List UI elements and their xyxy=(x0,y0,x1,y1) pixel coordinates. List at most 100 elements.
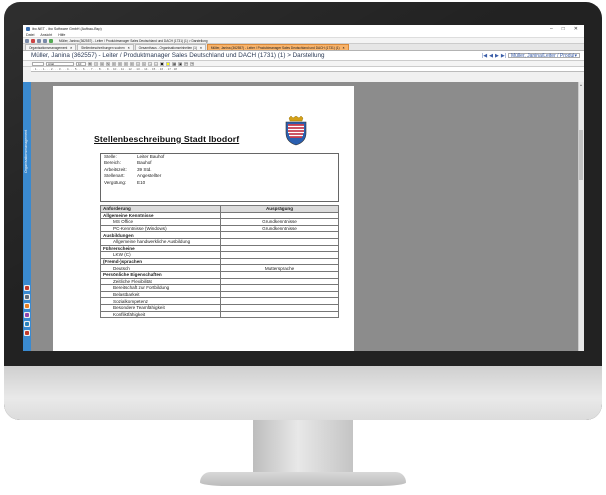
outdent-button[interactable]: ← xyxy=(154,61,158,66)
tab-organisationsmanagement[interactable]: Organisationsmanagement × xyxy=(25,44,77,50)
requirement-label: Belastbarkeit xyxy=(100,290,221,299)
style-select[interactable] xyxy=(32,61,44,66)
numbered-list-button[interactable]: 1 xyxy=(142,61,146,66)
document-canvas: Stellenbeschreibung Stadt Ibodorf Stelle… xyxy=(31,82,578,351)
requirement-label: Sozialkompetenz xyxy=(100,297,221,305)
tab-label: Organisationsmanagement xyxy=(29,45,68,50)
position-info-box: Stelle: Leiter Bauhof Bereich: Bauhof Arbeit… xyxy=(100,153,339,202)
requirement-value xyxy=(220,251,339,259)
info-label: Vergütung: xyxy=(104,179,127,185)
requirement-value xyxy=(220,244,339,253)
insert-image-button[interactable]: ▣ xyxy=(178,61,182,66)
table-row: PC-Kenntnisse (Windows) Grundkenntnisse xyxy=(100,224,339,233)
refresh-icon[interactable] xyxy=(49,38,53,43)
record-navigation: |◀ ◀ ▶ ▶| Müller, Janina/Leiter / Produk… xyxy=(482,53,584,59)
highlight-button[interactable] xyxy=(166,61,170,66)
requirement-value xyxy=(220,277,339,286)
module-icon-3[interactable] xyxy=(24,303,30,309)
tab-label: Gesamthaus - Organisationseinheiten (1) xyxy=(138,45,197,50)
justify-button[interactable]: ≡ xyxy=(130,61,134,66)
tab-stellenbeschreibungen-suchen[interactable]: Stellenbeschreibungen suchen × xyxy=(77,44,134,50)
header-auspraegung: Ausprägung xyxy=(220,205,339,213)
section-heading: Allgemeine Kenntnisse xyxy=(100,211,221,220)
menu-ansicht[interactable]: Ansicht xyxy=(40,33,52,37)
table-row: LKW (C) xyxy=(100,251,339,259)
tab-stellenbeschreibung-active[interactable]: Müller, Janina (362557) - Leiter / Produ… xyxy=(206,44,349,50)
close-icon[interactable]: × xyxy=(128,46,130,50)
requirement-label: Besondere Teamfähigkeit xyxy=(100,303,221,312)
module-icon-2[interactable] xyxy=(24,294,30,300)
requirement-label: Zeitliche Flexibilität xyxy=(100,277,221,286)
coat-of-arms-icon xyxy=(285,116,307,146)
module-icon-5[interactable] xyxy=(24,321,30,327)
side-panel[interactable]: Organisationsmanagement xyxy=(23,82,31,351)
maximize-button[interactable]: □ xyxy=(562,26,565,32)
section-heading: Persönliche Eigenschaften xyxy=(100,270,221,279)
table-row: Belastbarkeit xyxy=(100,290,339,299)
bullet-list-button[interactable]: • xyxy=(136,61,140,66)
next-record-icon[interactable]: ▶ xyxy=(495,53,499,59)
close-icon[interactable]: × xyxy=(343,46,345,50)
page-title: Müller, Janina (362557) - Leiter / Produ… xyxy=(31,52,325,59)
strike-button[interactable]: S xyxy=(106,61,110,66)
last-record-icon[interactable]: ▶| xyxy=(501,53,506,59)
requirements-table: Anforderung Ausprägung Allgemeine Kenntn… xyxy=(100,205,339,319)
vertical-scrollbar[interactable]: ▲ xyxy=(578,82,584,351)
side-icon-list xyxy=(24,285,30,336)
close-icon[interactable]: × xyxy=(70,46,72,50)
close-icon[interactable]: × xyxy=(200,46,202,50)
first-record-icon[interactable]: |◀ xyxy=(482,53,487,59)
tab-strip: Organisationsmanagement × Stellenbeschrei… xyxy=(23,44,584,51)
document-page[interactable]: Stellenbeschreibung Stadt Ibodorf Stelle… xyxy=(53,86,354,351)
forward-icon[interactable] xyxy=(43,38,47,43)
italic-button[interactable]: I xyxy=(94,61,98,66)
bold-button[interactable]: B xyxy=(88,61,92,66)
requirement-label: LKW (C) xyxy=(100,251,221,259)
align-left-button[interactable]: ≡ xyxy=(112,61,116,66)
print-icon[interactable] xyxy=(31,38,35,43)
tab-gesamthaus[interactable]: Gesamthaus - Organisationseinheiten (1) × xyxy=(134,44,206,50)
previous-record-icon[interactable]: ◀ xyxy=(489,53,493,59)
menu-datei[interactable]: Datei xyxy=(26,33,34,37)
undo-button[interactable]: ↶ xyxy=(184,61,188,66)
tab-label: Stellenbeschreibungen suchen xyxy=(81,45,125,50)
indent-button[interactable]: → xyxy=(148,61,152,66)
table-row: Deutsch Muttersprache xyxy=(100,264,339,272)
font-name-select[interactable]: Arial xyxy=(46,61,74,66)
close-button[interactable]: ✕ xyxy=(574,26,578,32)
menu-hilfe[interactable]: Hilfe xyxy=(58,33,65,37)
scroll-up-icon[interactable]: ▲ xyxy=(579,83,583,87)
info-value: E10 xyxy=(137,179,146,185)
table-row: Allgemeine Kenntnisse xyxy=(100,211,339,220)
back-icon[interactable] xyxy=(37,38,41,43)
requirement-value xyxy=(220,270,339,279)
requirement-label: Konfliktfähigkeit xyxy=(100,310,221,319)
table-row: Konfliktfähigkeit xyxy=(100,310,339,319)
module-icon-4[interactable] xyxy=(24,312,30,318)
requirement-label: PC-Kenntnisse (Windows) xyxy=(100,224,221,233)
monitor-stand-base xyxy=(200,472,406,486)
underline-button[interactable]: U xyxy=(100,61,104,66)
table-row: MS Office Grundkenntnisse xyxy=(100,218,339,226)
module-icon-6[interactable] xyxy=(24,330,30,336)
insert-table-button[interactable]: ▦ xyxy=(172,61,176,66)
text-color-button[interactable] xyxy=(160,61,164,66)
requirement-value xyxy=(220,211,339,220)
align-right-button[interactable]: ≡ xyxy=(124,61,128,66)
redo-button[interactable]: ↷ xyxy=(190,61,194,66)
requirement-value: Grundkenntnisse xyxy=(220,224,339,233)
window-title: ibo.NET - ibo Software GmbH (Aufbau-Bsp) xyxy=(32,26,102,31)
requirement-value xyxy=(220,303,339,312)
save-icon[interactable] xyxy=(25,38,29,43)
section-heading: Ausbildungen xyxy=(100,231,221,239)
table-header-row: Anforderung Ausprägung xyxy=(100,205,339,213)
table-row: Sozialkompetenz xyxy=(100,297,339,305)
align-center-button[interactable]: ≡ xyxy=(118,61,122,66)
user-dropdown[interactable]: Müller, Janina/Leiter / Produktm... ▾ xyxy=(508,53,580,59)
toolbar-breadcrumb: Müller, Janina (362557) - Leiter / Produ… xyxy=(59,38,208,43)
font-size-select[interactable]: 10 xyxy=(76,61,86,66)
table-row: (Fremd-)sprachen xyxy=(100,257,339,266)
scroll-thumb[interactable] xyxy=(579,130,583,180)
module-icon-1[interactable] xyxy=(24,285,30,291)
minimize-button[interactable]: – xyxy=(550,26,553,32)
